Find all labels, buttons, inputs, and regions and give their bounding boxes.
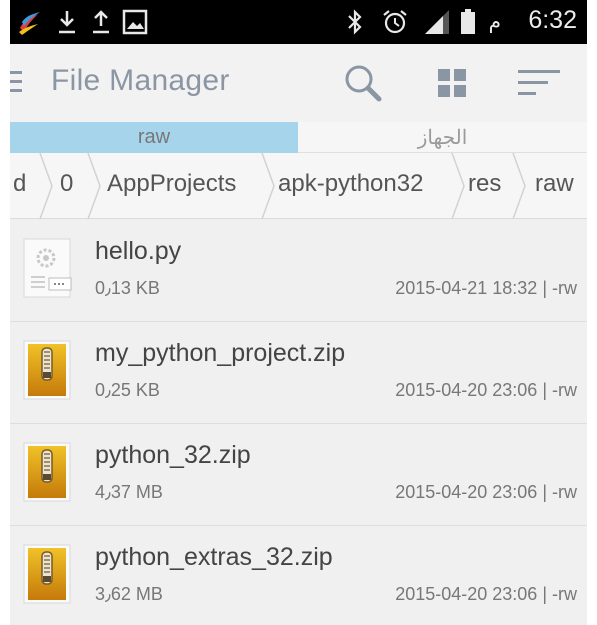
file-size: 0٫25 KB (95, 380, 160, 400)
breadcrumb-item-d[interactable]: d (13, 170, 26, 198)
battery-icon (458, 8, 478, 36)
clock-time: 6:32 (528, 6, 577, 34)
breadcrumb-separator-icon (451, 153, 465, 219)
search-icon[interactable] (342, 62, 384, 104)
tab-raw[interactable]: raw (10, 122, 298, 153)
tab-device[interactable]: الجهاز (298, 122, 587, 153)
zip-archive-icon (23, 544, 73, 606)
status-bar: م 6:32 (10, 0, 587, 44)
download-icon (54, 8, 80, 36)
drawer-menu-icon[interactable] (10, 71, 24, 95)
file-name: python_extras_32.zip (95, 543, 333, 571)
file-size: 4٫37 MB (95, 482, 163, 502)
file-row[interactable]: python_32.zip 4٫37 MB 2015-04-20 23:06 |… (10, 424, 587, 526)
app-title: File Manager (51, 64, 230, 97)
gallery-icon (120, 8, 150, 36)
breadcrumb-separator-icon (512, 153, 526, 219)
breadcrumb-item-apk-python32[interactable]: apk-python32 (278, 170, 423, 198)
file-name: hello.py (95, 237, 182, 265)
grid-view-icon[interactable] (437, 68, 467, 98)
script-file-icon (23, 238, 73, 300)
time-period-label: م (488, 9, 501, 33)
file-name: my_python_project.zip (95, 339, 346, 367)
alarm-icon (380, 8, 410, 36)
bluetooth-icon (343, 8, 367, 36)
upload-icon (88, 8, 114, 36)
location-tabs: raw الجهاز (10, 122, 587, 153)
breadcrumb: d 0 AppProjects apk-python32 res raw (10, 153, 587, 219)
file-list: hello.py 0٫13 KB 2015-04-21 18:32 | -rw … (10, 220, 587, 625)
file-meta: 2015-04-20 23:06 | -rw (395, 584, 577, 604)
file-row[interactable]: my_python_project.zip 0٫25 KB 2015-04-20… (10, 322, 587, 424)
app-bar: File Manager (10, 44, 587, 122)
breadcrumb-item-0[interactable]: 0 (60, 170, 73, 198)
file-row[interactable]: python_extras_32.zip 3٫62 MB 2015-04-20 … (10, 526, 587, 625)
app-logo-icon (16, 8, 42, 36)
file-size: 0٫13 KB (95, 278, 160, 298)
sort-icon[interactable] (518, 68, 562, 98)
file-meta: 2015-04-20 23:06 | -rw (395, 482, 577, 502)
file-meta: 2015-04-21 18:32 | -rw (395, 278, 577, 298)
breadcrumb-item-appprojects[interactable]: AppProjects (107, 170, 236, 198)
breadcrumb-item-raw[interactable]: raw (535, 170, 574, 198)
signal-icon (422, 8, 452, 36)
file-name: python_32.zip (95, 441, 251, 469)
file-size: 3٫62 MB (95, 584, 163, 604)
file-manager-screen: م 6:32 File Manager raw الجهاز d 0 AppPr… (10, 0, 587, 625)
breadcrumb-separator-icon (39, 153, 53, 219)
breadcrumb-item-res[interactable]: res (468, 170, 501, 198)
file-row[interactable]: hello.py 0٫13 KB 2015-04-21 18:32 | -rw (10, 220, 587, 322)
file-meta: 2015-04-20 23:06 | -rw (395, 380, 577, 400)
breadcrumb-separator-icon (261, 153, 275, 219)
breadcrumb-separator-icon (87, 153, 101, 219)
zip-archive-icon (23, 442, 73, 504)
zip-archive-icon (23, 340, 73, 402)
